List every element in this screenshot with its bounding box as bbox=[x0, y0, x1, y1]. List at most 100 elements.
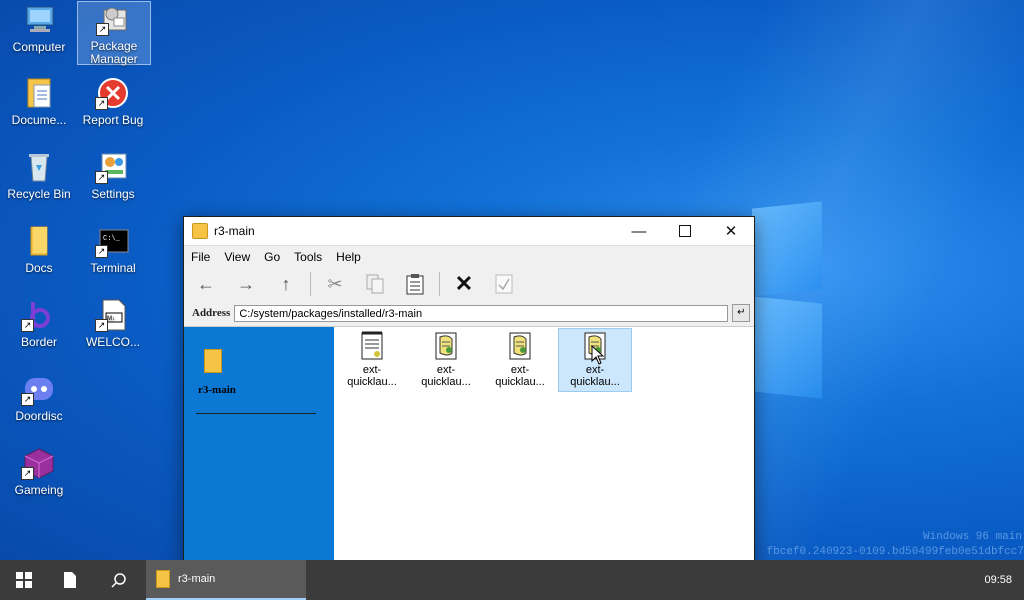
cut-button[interactable]: ✂ bbox=[319, 270, 351, 298]
address-label: Address bbox=[192, 307, 231, 319]
menu-file[interactable]: File bbox=[191, 250, 210, 264]
windows-logo-icon bbox=[16, 572, 32, 588]
properties-button[interactable] bbox=[488, 270, 520, 298]
back-arrow-icon: ← bbox=[197, 273, 215, 294]
taskbar: r3-main 09:58 bbox=[0, 560, 1024, 600]
copy-button[interactable] bbox=[359, 270, 391, 298]
settings-icon: ↗ bbox=[95, 150, 131, 184]
desktop-icon-computer[interactable]: Computer bbox=[3, 3, 75, 54]
taskbar-window-button[interactable]: r3-main bbox=[146, 560, 306, 600]
search-button[interactable] bbox=[92, 560, 146, 600]
enter-arrow-icon: ↵ bbox=[737, 307, 746, 318]
file-name-line1: ext- bbox=[585, 364, 605, 376]
shortcut-arrow-icon: ↗ bbox=[21, 467, 34, 480]
file-item[interactable]: ext- quicklau... bbox=[484, 329, 556, 391]
desktop-icon-label: Docume... bbox=[11, 113, 67, 127]
toolbar-separator bbox=[439, 272, 440, 296]
shortcut-arrow-icon: ↗ bbox=[96, 23, 109, 36]
taskbar-clock[interactable]: 09:58 bbox=[984, 560, 1012, 600]
delete-button[interactable]: ✕ bbox=[448, 270, 480, 298]
desktop-icon-documents[interactable]: Docume... bbox=[3, 76, 75, 127]
script-file-icon bbox=[508, 331, 532, 361]
menu-go[interactable]: Go bbox=[264, 250, 280, 264]
minimize-icon: — bbox=[631, 222, 647, 240]
maximize-button[interactable] bbox=[662, 217, 708, 245]
file-name-line2: quicklau... bbox=[421, 376, 471, 388]
close-button[interactable]: ✕ bbox=[708, 217, 754, 245]
shortcut-arrow-icon: ↗ bbox=[21, 319, 34, 332]
wallpaper-logo-pane bbox=[752, 296, 822, 399]
file-item-selected[interactable]: ext- quicklau... bbox=[558, 328, 632, 392]
recycle-bin-icon bbox=[21, 150, 57, 184]
copy-icon bbox=[366, 274, 384, 294]
up-button[interactable]: ↑ bbox=[270, 270, 302, 298]
desktop-icon-label: Gameing bbox=[14, 483, 64, 497]
file-name-line1: ext- bbox=[362, 364, 382, 376]
script-file-icon bbox=[360, 331, 384, 361]
desktop-icon-welcome[interactable]: M↓ ↗ WELCO... bbox=[77, 298, 149, 349]
folder-icon bbox=[204, 349, 222, 373]
folder-icon bbox=[156, 570, 170, 588]
svg-text:M↓: M↓ bbox=[107, 316, 115, 322]
document-icon bbox=[64, 572, 76, 588]
address-go-button[interactable]: ↵ bbox=[732, 304, 751, 322]
minimize-button[interactable]: — bbox=[616, 217, 662, 245]
shortcut-arrow-icon: ↗ bbox=[95, 245, 108, 258]
desktop-icon-docs[interactable]: Docs bbox=[3, 224, 75, 275]
shortcut-arrow-icon: ↗ bbox=[95, 171, 108, 184]
address-bar: Address C:/system/packages/installed/r3-… bbox=[184, 300, 754, 327]
pane-folder-name: r3-main bbox=[198, 384, 236, 396]
forward-button[interactable]: → bbox=[230, 270, 262, 298]
watermark-build-id: fbcef0.240923-0109.bd50499feb0e51dbfcc7 bbox=[766, 546, 1024, 558]
desktop-icon-terminal[interactable]: C:\_ ↗ Terminal bbox=[77, 224, 149, 275]
back-button[interactable]: ← bbox=[190, 270, 222, 298]
forward-arrow-icon: → bbox=[237, 273, 255, 294]
computer-icon bbox=[21, 3, 57, 37]
toolbar-separator bbox=[310, 272, 311, 296]
file-name-line1: ext- bbox=[510, 364, 530, 376]
desktop-icon-label: Terminal bbox=[90, 261, 136, 275]
svg-text:C:\_: C:\_ bbox=[103, 235, 121, 243]
file-name-line2: quicklau... bbox=[347, 376, 397, 388]
address-input[interactable]: C:/system/packages/installed/r3-main bbox=[234, 304, 729, 322]
window-titlebar[interactable]: r3-main — ✕ bbox=[184, 217, 754, 245]
desktop-icon-label: Report Bug bbox=[82, 113, 144, 127]
documents-icon bbox=[21, 76, 57, 110]
desktop-icon-package-manager[interactable]: ↗ Package Manager bbox=[77, 1, 151, 66]
taskbar-document-button[interactable] bbox=[48, 560, 92, 600]
desktop-icon-recycle-bin[interactable]: Recycle Bin bbox=[3, 150, 75, 201]
wallpaper-logo-pane bbox=[752, 201, 822, 297]
folder-info-pane: r3-main bbox=[184, 327, 334, 567]
menu-help[interactable]: Help bbox=[336, 250, 361, 264]
desktop-icon-settings[interactable]: ↗ Settings bbox=[77, 150, 149, 201]
desktop-icon-label: Border bbox=[20, 335, 58, 349]
delete-x-icon: ✕ bbox=[454, 271, 474, 296]
pane-divider bbox=[196, 413, 316, 414]
search-icon bbox=[111, 573, 126, 588]
desktop-icon-border[interactable]: ↗ Border bbox=[3, 298, 75, 349]
desktop-icon-gameing[interactable]: ↗ Gameing bbox=[3, 446, 75, 497]
script-file-icon bbox=[434, 331, 458, 361]
desktop-icon-report-bug[interactable]: ↗ Report Bug bbox=[77, 76, 149, 127]
desktop-icon-label: Doordisc bbox=[15, 409, 63, 423]
doordisc-icon: ↗ bbox=[21, 372, 57, 406]
package-manager-icon: ↗ bbox=[96, 2, 132, 36]
gameing-icon: ↗ bbox=[21, 446, 57, 480]
file-name-line2: quicklau... bbox=[495, 376, 545, 388]
desktop-icon-label: Settings bbox=[91, 187, 135, 201]
menu-view[interactable]: View bbox=[224, 250, 250, 264]
shortcut-arrow-icon: ↗ bbox=[21, 393, 34, 406]
report-bug-icon: ↗ bbox=[95, 76, 131, 110]
start-button[interactable] bbox=[0, 560, 48, 600]
mouse-cursor-icon bbox=[591, 345, 605, 365]
terminal-icon: C:\_ ↗ bbox=[95, 224, 131, 258]
desktop-icon-label: Docs bbox=[25, 261, 53, 275]
file-item[interactable]: ext- quicklau... bbox=[410, 329, 482, 391]
menu-tools[interactable]: Tools bbox=[294, 250, 322, 264]
paste-button[interactable] bbox=[399, 270, 431, 298]
menu-bar: File View Go Tools Help bbox=[184, 245, 754, 268]
up-arrow-icon: ↑ bbox=[281, 273, 291, 294]
file-item[interactable]: ext- quicklau... bbox=[336, 329, 408, 391]
maximize-icon bbox=[679, 225, 691, 237]
desktop-icon-doordisc[interactable]: ↗ Doordisc bbox=[3, 372, 75, 423]
